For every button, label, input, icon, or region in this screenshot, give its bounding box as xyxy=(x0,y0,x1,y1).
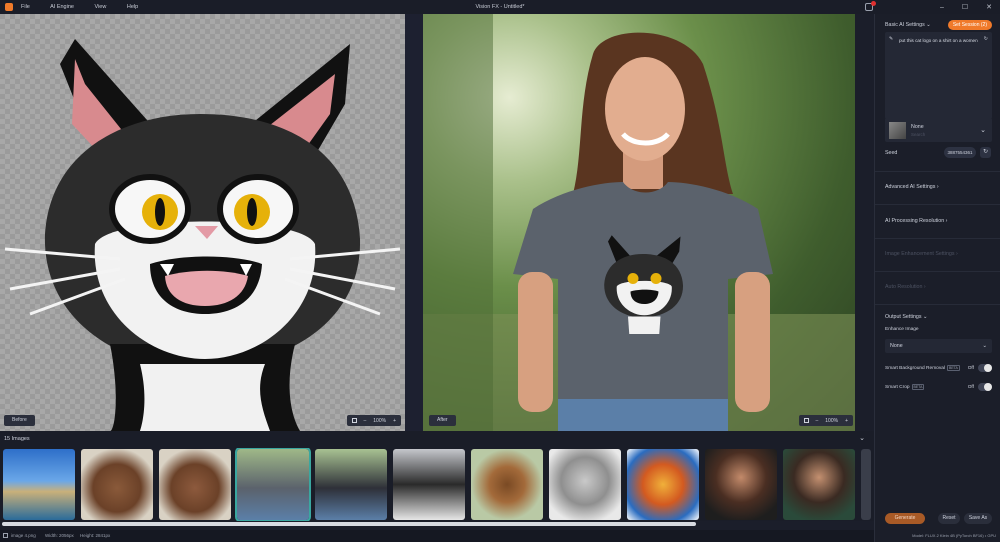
model-thumbnail xyxy=(889,121,906,139)
fit-icon[interactable] xyxy=(803,418,809,423)
beta-badge: BETA xyxy=(947,365,960,371)
chevron-down-icon[interactable]: ⌄ xyxy=(859,434,865,442)
thumbnail[interactable] xyxy=(783,449,855,520)
set-session-button[interactable]: Set Session (2) xyxy=(947,20,992,30)
smart-crop-label: Smart Crop xyxy=(885,384,910,390)
processing-resolution-section[interactable]: AI Processing Resolution › xyxy=(885,218,992,224)
thumbnail[interactable] xyxy=(393,449,465,520)
history-icon[interactable]: ↻ xyxy=(984,36,988,42)
thumbnail[interactable] xyxy=(627,449,699,520)
bg-removal-state: Off xyxy=(967,365,974,371)
menu-bar: File AI Engine View Help xyxy=(21,4,157,10)
output-settings-title: Output Settings xyxy=(885,314,922,320)
enhance-image-label: Enhance Image xyxy=(885,327,919,332)
app-logo xyxy=(5,3,13,11)
app-window: File AI Engine View Help Vision FX - Unt… xyxy=(0,0,1000,542)
thumbnail[interactable] xyxy=(81,449,153,520)
zoom-out-icon[interactable]: – xyxy=(816,418,819,424)
model-selector[interactable]: None Search ⌄ xyxy=(885,118,992,142)
menu-ai-engine[interactable]: AI Engine xyxy=(50,4,74,10)
zoom-control-right: – 100% + xyxy=(798,415,853,426)
generated-photo xyxy=(423,14,855,431)
zoom-level-right: 100% xyxy=(825,417,839,424)
compare-divider[interactable] xyxy=(405,14,423,431)
advanced-settings-section[interactable]: Advanced AI Settings › xyxy=(885,184,992,190)
chevron-down-icon: ⌄ xyxy=(982,343,987,349)
minimize-icon[interactable]: – xyxy=(940,4,944,11)
thumbnail[interactable] xyxy=(471,449,543,520)
filmstrip-header: 15 Images ⌄ xyxy=(0,431,874,448)
zoom-level-left: 100% xyxy=(373,417,387,424)
thumbnail[interactable] xyxy=(549,449,621,520)
smart-crop-toggle[interactable] xyxy=(978,383,992,391)
title-bar: File AI Engine View Help Vision FX - Unt… xyxy=(0,0,1000,14)
cat-illustration xyxy=(4,39,401,431)
processing-resolution-label: AI Processing Resolution xyxy=(885,218,945,224)
zoom-in-icon[interactable]: + xyxy=(845,418,848,424)
menu-help[interactable]: Help xyxy=(127,4,138,10)
image-enhancement-section: Image Enhancement Settings › xyxy=(885,251,958,257)
zoom-in-icon[interactable]: + xyxy=(393,418,396,424)
action-buttons: Generate Reset Save As xyxy=(885,513,992,524)
zoom-out-icon[interactable]: – xyxy=(364,418,367,424)
fit-icon[interactable] xyxy=(351,418,357,423)
refresh-seed-icon[interactable]: ↻ xyxy=(980,147,991,158)
thumbnail[interactable] xyxy=(3,449,75,520)
output-settings-header[interactable]: Output Settings ⌄ xyxy=(885,314,992,320)
prompt-text: put this cat logo on a shirt on a women xyxy=(899,38,978,43)
prompt-field[interactable]: ✎ put this cat logo on a shirt on a wome… xyxy=(885,32,992,119)
status-width: Width: 2056px xyxy=(45,533,74,538)
after-label: After xyxy=(429,415,456,426)
model-search: Search xyxy=(911,131,926,137)
menu-view[interactable]: View xyxy=(95,4,107,10)
status-model-info: Model: FLUX.2 Klein 4B (PyTorch BF16) • … xyxy=(912,533,996,538)
thumbnail[interactable] xyxy=(315,449,387,520)
thumbnail[interactable] xyxy=(861,449,871,520)
thumbnail-selected[interactable] xyxy=(235,448,311,521)
before-label: Before xyxy=(4,415,35,426)
auto-resolution-section: Auto Resolution › xyxy=(885,284,926,290)
thumbnail[interactable] xyxy=(159,449,231,520)
save-as-button[interactable]: Save As xyxy=(964,513,992,524)
after-canvas[interactable]: After – 100% + xyxy=(423,14,855,431)
image-icon xyxy=(3,533,8,538)
reset-button[interactable]: Reset xyxy=(938,513,960,524)
basic-settings-title: Basic AI Settings xyxy=(885,22,925,28)
status-height: Height: 2841px xyxy=(80,533,111,538)
seed-label: Seed xyxy=(885,150,898,156)
bg-removal-row: Smart Background Removal BETA Off xyxy=(885,364,992,372)
thumbnail[interactable] xyxy=(705,449,777,520)
advanced-settings-label: Advanced AI Settings xyxy=(885,184,936,190)
image-enhancement-label: Image Enhancement Settings xyxy=(885,251,955,257)
bg-removal-toggle[interactable] xyxy=(978,364,992,372)
filmstrip-scrollbar[interactable] xyxy=(2,522,696,526)
basic-settings-header[interactable]: Basic AI Settings ⌄ xyxy=(885,22,931,28)
bg-removal-label: Smart Background Removal xyxy=(885,365,945,371)
seed-input[interactable]: 3887554361 xyxy=(944,147,976,158)
zoom-control-left: – 100% + xyxy=(346,415,401,426)
enhance-image-select[interactable]: None ⌄ xyxy=(885,339,992,353)
image-count: 15 Images xyxy=(4,436,30,442)
chevron-down-icon[interactable]: ⌄ xyxy=(980,126,986,134)
before-canvas[interactable]: Before – 100% + xyxy=(0,14,405,431)
generate-button[interactable]: Generate xyxy=(885,513,925,524)
notification-badge xyxy=(871,1,876,6)
window-controls: – ☐ ✕ xyxy=(940,0,1000,14)
model-name: None xyxy=(911,123,924,130)
smart-crop-row: Smart Crop BETA Off xyxy=(885,383,992,391)
enhance-image-value: None xyxy=(890,343,903,349)
status-bar: image 4.png Width: 2056px Height: 2841px xyxy=(0,530,874,542)
beta-badge: BETA xyxy=(911,384,925,390)
filmstrip xyxy=(0,448,874,521)
pencil-icon: ✎ xyxy=(889,36,894,42)
menu-file[interactable]: File xyxy=(21,4,30,10)
maximize-icon[interactable]: ☐ xyxy=(962,3,968,11)
settings-panel: Basic AI Settings ⌄ Set Session (2) ✎ pu… xyxy=(874,14,1000,542)
status-file: image 4.png xyxy=(11,533,36,538)
smart-crop-state: Off xyxy=(967,384,974,390)
auto-resolution-label: Auto Resolution xyxy=(885,284,923,290)
close-icon[interactable]: ✕ xyxy=(986,3,992,11)
